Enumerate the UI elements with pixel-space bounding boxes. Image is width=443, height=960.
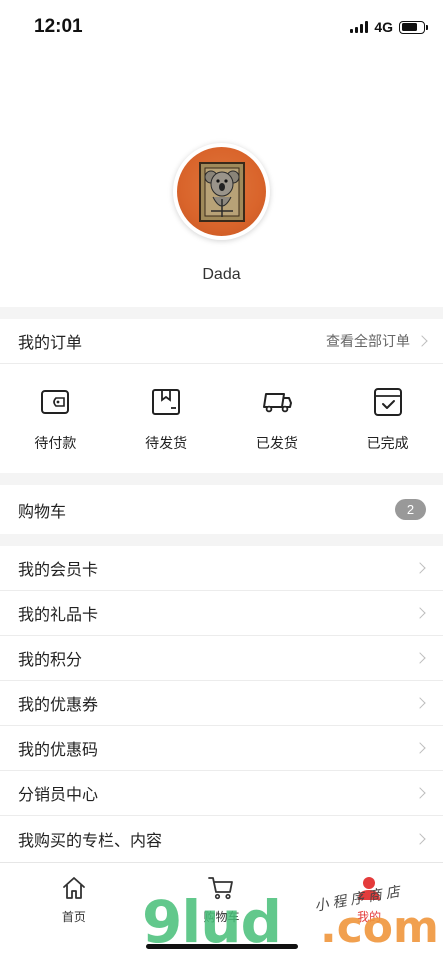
check-box-icon: [373, 388, 402, 416]
wallet-icon: [41, 390, 70, 414]
cart-card[interactable]: 购物车 2: [0, 485, 443, 534]
view-all-orders-link[interactable]: 查看全部订单: [326, 331, 428, 351]
menu-item-label: 分销员中心: [18, 787, 99, 804]
network-type: 4G: [374, 19, 393, 35]
menu-list: 我的会员卡 我的礼品卡 我的积分 我的优惠券 我的优惠码 分销员中心 我购买的专…: [0, 546, 443, 862]
order-status-grid: 待付款 待发货 已发货 已完成: [0, 364, 443, 472]
cart-icon: [208, 877, 234, 900]
menu-item-member-card[interactable]: 我的会员卡: [0, 546, 443, 591]
menu-item-gift-card[interactable]: 我的礼品卡: [0, 591, 443, 636]
status-time: 12:01: [34, 16, 83, 37]
signal-icon: [350, 21, 369, 33]
menu-item-distributor-center[interactable]: 分销员中心: [0, 771, 443, 816]
menu-item-points[interactable]: 我的积分: [0, 636, 443, 681]
tab-home[interactable]: 首页: [0, 863, 148, 960]
cart-count-badge: 2: [395, 499, 426, 520]
order-status-label: 待发货: [145, 435, 188, 451]
truck-icon: [262, 393, 292, 413]
tab-label: 购物车: [203, 910, 240, 924]
avatar[interactable]: [173, 143, 270, 240]
package-icon: [152, 389, 181, 415]
menu-item-label: 我的优惠码: [18, 742, 99, 759]
menu-item-promo-codes[interactable]: 我的优惠码: [0, 726, 443, 771]
order-status-label: 已完成: [366, 435, 409, 451]
order-status-label: 已发货: [255, 435, 298, 451]
status-indicators: 4G: [350, 18, 428, 36]
orders-header: 我的订单 查看全部订单: [0, 319, 443, 364]
order-status-pending-payment[interactable]: 待付款: [0, 364, 111, 472]
menu-item-label: 我的会员卡: [18, 562, 99, 579]
menu-item-label: 我的礼品卡: [18, 607, 99, 624]
chevron-right-icon: [414, 832, 426, 845]
cart-label: 购物车: [18, 503, 67, 521]
user-icon: [358, 877, 381, 900]
menu-item-label: 我的优惠券: [18, 697, 99, 714]
home-indicator: [146, 944, 298, 949]
chevron-right-icon: [414, 562, 426, 574]
battery-icon: [399, 20, 428, 34]
chevron-right-icon: [414, 652, 426, 664]
orders-card: 我的订单 查看全部订单 待付款 待发货 已发货 已完成: [0, 319, 443, 473]
koala-avatar-image: [177, 147, 266, 236]
orders-title: 我的订单: [18, 335, 83, 352]
order-status-completed[interactable]: 已完成: [332, 364, 443, 472]
home-icon: [62, 877, 85, 899]
profile-header: Dada: [0, 54, 443, 307]
tab-label: 我的: [357, 910, 382, 924]
view-all-orders-label: 查看全部订单: [326, 333, 410, 349]
order-status-shipped[interactable]: 已发货: [222, 364, 333, 472]
cart-row[interactable]: 购物车 2: [0, 485, 443, 534]
chevron-right-icon: [414, 742, 426, 754]
status-bar: 12:01 4G: [0, 0, 443, 54]
menu-item-label: 我购买的专栏、内容: [18, 832, 163, 850]
menu-item-purchased-content[interactable]: 我购买的专栏、内容: [0, 816, 443, 861]
chevron-right-icon: [414, 607, 426, 619]
chevron-right-icon: [416, 335, 428, 347]
order-status-pending-shipment[interactable]: 待发货: [111, 364, 222, 472]
menu-item-coupons[interactable]: 我的优惠券: [0, 681, 443, 726]
chevron-right-icon: [414, 697, 426, 709]
menu-item-label: 我的积分: [18, 652, 83, 669]
username: Dada: [202, 266, 241, 283]
tab-label: 首页: [61, 910, 86, 924]
order-status-label: 待付款: [34, 435, 77, 451]
tab-me[interactable]: 我的: [295, 863, 443, 960]
chevron-right-icon: [414, 787, 426, 799]
